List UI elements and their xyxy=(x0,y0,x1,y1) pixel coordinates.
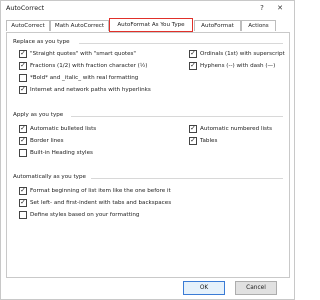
option-label: Format beginning of list item like the o… xyxy=(30,188,171,194)
tab-autoformat[interactable]: AutoFormat xyxy=(194,20,241,31)
option-label: Ordinals (1st) with superscript xyxy=(200,51,285,57)
tab-actions[interactable]: Actions xyxy=(241,20,276,31)
option-label: Built-in Heading styles xyxy=(30,150,93,156)
option-label: Automatic bulleted lists xyxy=(30,126,97,132)
option-label: Tables xyxy=(200,138,218,144)
check-icon: ✓ xyxy=(20,186,26,194)
dialog-title: AutoCorrect xyxy=(6,4,45,12)
title-bar: AutoCorrect ? ✕ xyxy=(1,1,294,15)
checkbox[interactable]: ✓ xyxy=(19,136,27,145)
check-icon: ✓ xyxy=(20,124,26,132)
tab-autoformat-as-you-type[interactable]: AutoFormat As You Type xyxy=(109,18,193,32)
checkbox[interactable]: ✓ xyxy=(189,124,197,133)
checkbox[interactable] xyxy=(19,149,27,157)
option-label: Automatic numbered lists xyxy=(200,126,273,132)
checkbox[interactable]: ✓ xyxy=(19,186,27,195)
check-icon: ✓ xyxy=(20,198,26,206)
check-icon: ✓ xyxy=(190,49,196,57)
checkbox[interactable]: ✓ xyxy=(189,61,197,70)
tab-panel: Replace as you type ✓ "Straight quotes" … xyxy=(6,32,290,278)
check-icon: ✓ xyxy=(20,61,26,69)
check-icon: ✓ xyxy=(190,61,196,69)
option-label: Set left- and first-indent with tabs and… xyxy=(30,200,172,206)
tab-math-autocorrect[interactable]: Math AutoCorrect xyxy=(50,20,109,31)
checkbox[interactable]: ✓ xyxy=(19,61,27,70)
checkbox[interactable]: ✓ xyxy=(19,85,27,94)
tab-strip: AutoCorrect Math AutoCorrect AutoFormat … xyxy=(6,18,291,32)
checkbox[interactable]: ✓ xyxy=(19,124,27,133)
check-icon: ✓ xyxy=(20,85,26,93)
check-icon: ✓ xyxy=(20,49,26,57)
option-label: Hyphens (--) with dash (—) xyxy=(200,63,276,69)
option-label: "Straight quotes" with "smart quotes" xyxy=(30,51,137,57)
replace-group-label: Replace as you type xyxy=(13,39,70,45)
cancel-button[interactable]: Cancel xyxy=(235,281,277,295)
ok-button[interactable]: OK xyxy=(183,281,225,295)
help-button[interactable]: ? xyxy=(257,3,267,13)
group-divider xyxy=(91,178,283,179)
check-icon: ✓ xyxy=(190,124,196,132)
option-label: Fractions (1/2) with fraction character … xyxy=(30,63,148,69)
checkbox[interactable]: ✓ xyxy=(19,198,27,207)
checkbox[interactable]: ✓ xyxy=(189,136,197,145)
check-icon: ✓ xyxy=(190,136,196,144)
checkbox[interactable] xyxy=(19,211,27,219)
group-divider xyxy=(79,43,283,44)
checkbox[interactable] xyxy=(19,74,27,82)
check-icon: ✓ xyxy=(20,136,26,144)
apply-group-label: Apply as you type xyxy=(13,112,64,118)
auto-group-label: Automatically as you type xyxy=(13,174,86,180)
option-label: Internet and network paths with hyperlin… xyxy=(30,87,151,93)
group-divider xyxy=(71,116,283,117)
close-button[interactable]: ✕ xyxy=(275,3,285,13)
option-label: Border lines xyxy=(30,138,64,144)
tab-autocorrect[interactable]: AutoCorrect xyxy=(6,20,50,31)
option-label: *Bold* and _italic_ with real formatting xyxy=(30,75,139,81)
autocorrect-dialog: AutoCorrect ? ✕ AutoCorrect Math AutoCor… xyxy=(0,0,295,300)
option-label: Define styles based on your formatting xyxy=(30,212,140,218)
checkbox[interactable]: ✓ xyxy=(19,49,27,58)
checkbox[interactable]: ✓ xyxy=(189,49,197,58)
